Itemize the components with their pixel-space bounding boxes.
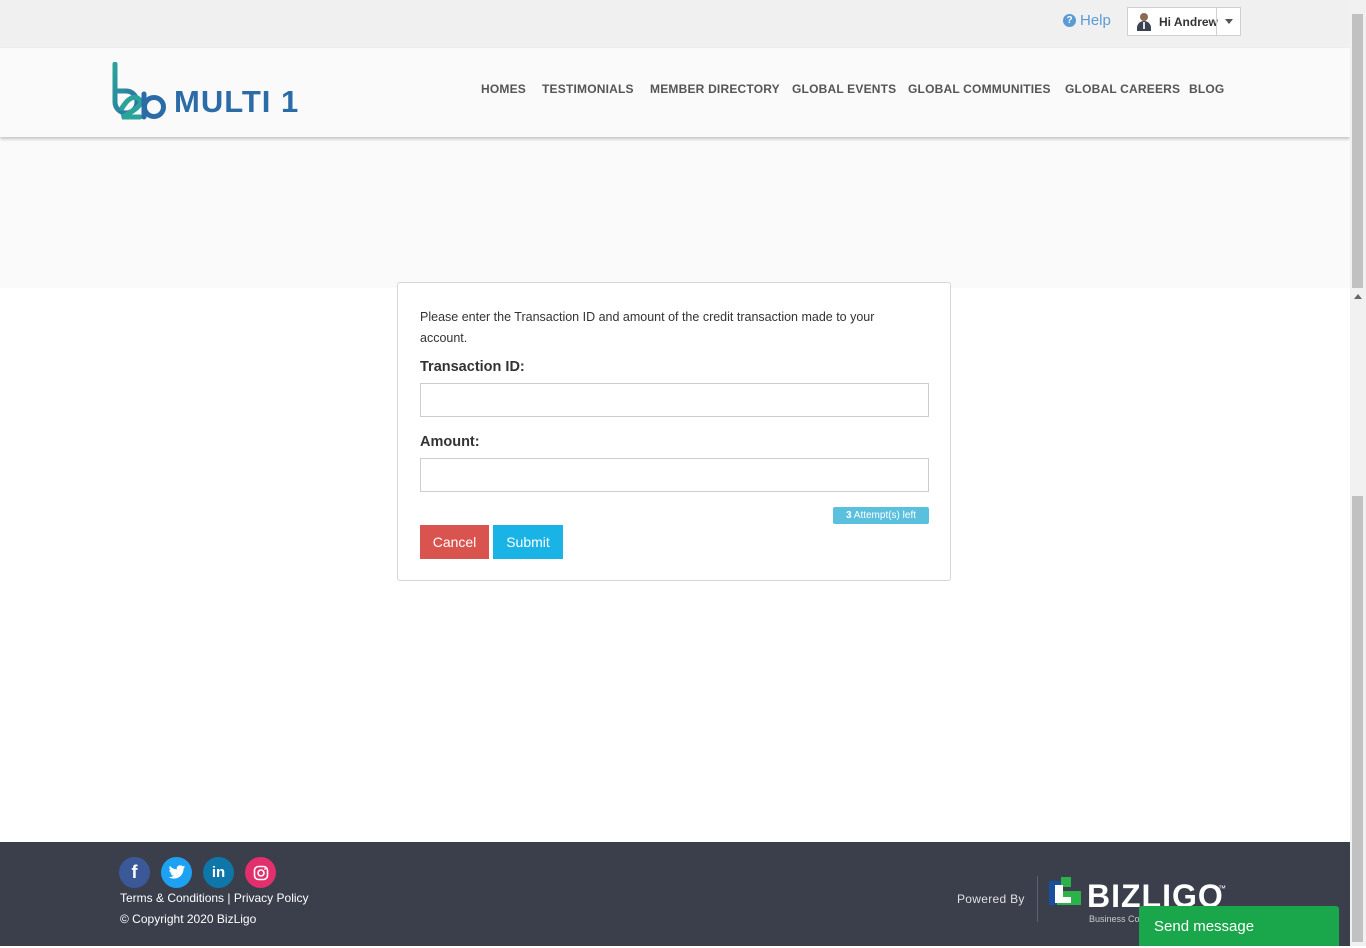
user-menu-toggle[interactable] [1216, 8, 1240, 35]
logo-text: MULTI 1 [174, 84, 300, 119]
footer-divider [1037, 876, 1038, 922]
instagram-icon[interactable] [245, 857, 276, 888]
site-logo[interactable]: MULTI 1 [110, 61, 310, 124]
form-instructions: Please enter the Transaction ID and amou… [420, 310, 875, 345]
footer-link-separator: | [224, 891, 234, 905]
top-utility-bar: ? Help Hi Andrew [0, 0, 1350, 48]
amount-label: Amount: [420, 434, 480, 450]
user-greeting: Hi Andrew [1159, 14, 1218, 29]
transaction-form-card: Please enter the Transaction ID and amou… [397, 282, 951, 581]
help-label: Help [1080, 12, 1111, 29]
transaction-id-input[interactable] [420, 383, 929, 417]
terms-link[interactable]: Terms & Conditions [120, 891, 224, 905]
nav-global-events[interactable]: GLOBAL EVENTS [792, 82, 896, 96]
powered-by-label: Powered By [957, 892, 1025, 906]
user-menu-dropdown[interactable]: Hi Andrew [1127, 7, 1241, 36]
twitter-icon[interactable] [161, 857, 192, 888]
nav-homes[interactable]: HOMES [481, 82, 526, 96]
nav-blog[interactable]: BLOG [1189, 82, 1224, 96]
scrollbar-thumb-upper[interactable] [1352, 14, 1363, 288]
nav-global-communities[interactable]: GLOBAL COMMUNITIES [908, 82, 1051, 96]
linkedin-icon[interactable]: in [203, 857, 234, 888]
submit-button[interactable]: Submit [493, 525, 563, 559]
copyright-text: © Copyright 2020 BizLigo [120, 912, 257, 926]
caret-down-icon [1224, 19, 1233, 24]
b2b-logo-mark [112, 61, 166, 120]
footer-links: Terms & Conditions | Privacy Policy [120, 891, 309, 905]
transaction-id-label: Transaction ID: [420, 359, 525, 375]
nav-global-careers[interactable]: GLOBAL CAREERS [1065, 82, 1180, 96]
banner-area [0, 137, 1350, 288]
scrollbar-thumb-lower[interactable] [1352, 496, 1363, 942]
facebook-icon[interactable]: f [119, 857, 150, 888]
trademark-symbol: ™ [1218, 884, 1226, 893]
attempts-left-badge: 3 Attempt(s) left [833, 507, 929, 524]
help-link[interactable]: ? Help [1063, 12, 1111, 29]
send-message-chat-button[interactable]: Send message [1139, 906, 1339, 946]
amount-input[interactable] [420, 458, 929, 492]
attempts-text: Attempt(s) left [851, 510, 917, 521]
nav-member-directory[interactable]: MEMBER DIRECTORY [650, 82, 780, 96]
avatar [1136, 12, 1152, 31]
bizligo-logo-mark [1049, 877, 1081, 905]
nav-testimonials[interactable]: TESTIMONIALS [542, 82, 634, 96]
scroll-up-arrow-icon[interactable] [1354, 294, 1362, 299]
site-header: MULTI 1 HOMES TESTIMONIALS MEMBER DIRECT… [0, 48, 1350, 137]
cancel-button[interactable]: Cancel [420, 525, 489, 559]
privacy-link[interactable]: Privacy Policy [234, 891, 309, 905]
bizligo-tagline: Business Co [1089, 914, 1140, 924]
question-circle-icon: ? [1063, 14, 1076, 27]
